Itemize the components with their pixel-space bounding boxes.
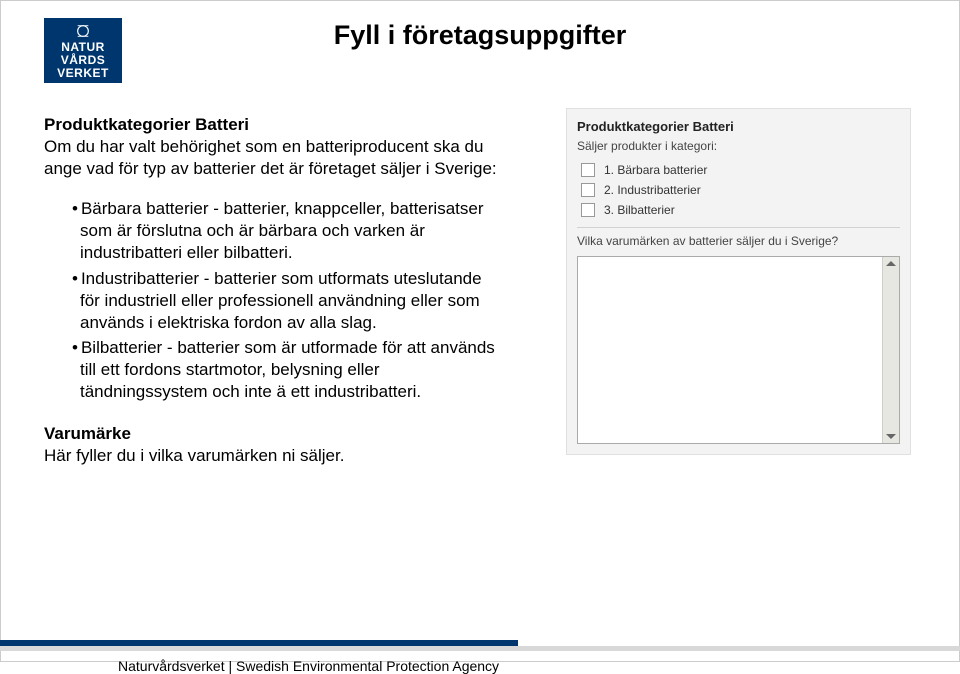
- panel-title: Produktkategorier Batteri: [577, 117, 900, 139]
- panel-subtitle: Säljer produkter i kategori:: [577, 139, 900, 153]
- footer-separator: |: [225, 658, 236, 674]
- brands-textarea[interactable]: [577, 256, 900, 444]
- page-title: Fyll i företagsuppgifter: [0, 20, 960, 51]
- checkbox-bil[interactable]: [581, 203, 595, 217]
- footer-text: Naturvårdsverket | Swedish Environmental…: [118, 658, 499, 674]
- footer-org-en: Swedish Environmental Protection Agency: [236, 658, 499, 674]
- section-heading-categories: Produktkategorier Batteri: [44, 114, 504, 136]
- option-label-1: 1. Bärbara batterier: [604, 163, 707, 177]
- textarea-wrap: [577, 256, 900, 444]
- option-label-3: 3. Bilbatterier: [604, 203, 675, 217]
- question-text: Vilka varumärken av batterier säljer du …: [577, 234, 900, 248]
- form-panel: Produktkategorier Batteri Säljer produkt…: [566, 108, 911, 455]
- right-panel-wrap: Produktkategorier Batteri Säljer produkt…: [566, 108, 911, 455]
- bullet-industri: Industribatterier - batterier som utform…: [72, 268, 504, 334]
- checkbox-industri[interactable]: [581, 183, 595, 197]
- option-row-3[interactable]: 3. Bilbatterier: [581, 203, 900, 217]
- varumarke-block: Varumärke Här fyller du i vilka varumärk…: [44, 423, 504, 467]
- footer: Naturvårdsverket | Swedish Environmental…: [0, 640, 960, 646]
- scrollbar[interactable]: [882, 257, 899, 443]
- option-row-1[interactable]: 1. Bärbara batterier: [581, 163, 900, 177]
- varumarke-text: Här fyller du i vilka varumärken ni sälj…: [44, 445, 504, 467]
- option-row-2[interactable]: 2. Industribatterier: [581, 183, 900, 197]
- panel-divider: [577, 227, 900, 228]
- footer-bar-bg: [0, 646, 960, 651]
- scroll-up-icon[interactable]: [886, 261, 896, 266]
- intro-paragraph: Om du har valt behörighet som en batteri…: [44, 136, 504, 180]
- bullet-barbara: Bärbara batterier - batterier, knappcell…: [72, 198, 504, 264]
- footer-org-sv: Naturvårdsverket: [118, 658, 225, 674]
- option-label-2: 2. Industribatterier: [604, 183, 701, 197]
- checkbox-barbara[interactable]: [581, 163, 595, 177]
- scroll-down-icon[interactable]: [886, 434, 896, 439]
- bullet-list: Bärbara batterier - batterier, knappcell…: [44, 198, 504, 403]
- section-heading-varumarke: Varumärke: [44, 423, 504, 445]
- bullet-bil: Bilbatterier - batterier som är utformad…: [72, 337, 504, 403]
- logo-line-3: VERKET: [57, 67, 109, 80]
- left-content: Produktkategorier Batteri Om du har valt…: [44, 114, 504, 467]
